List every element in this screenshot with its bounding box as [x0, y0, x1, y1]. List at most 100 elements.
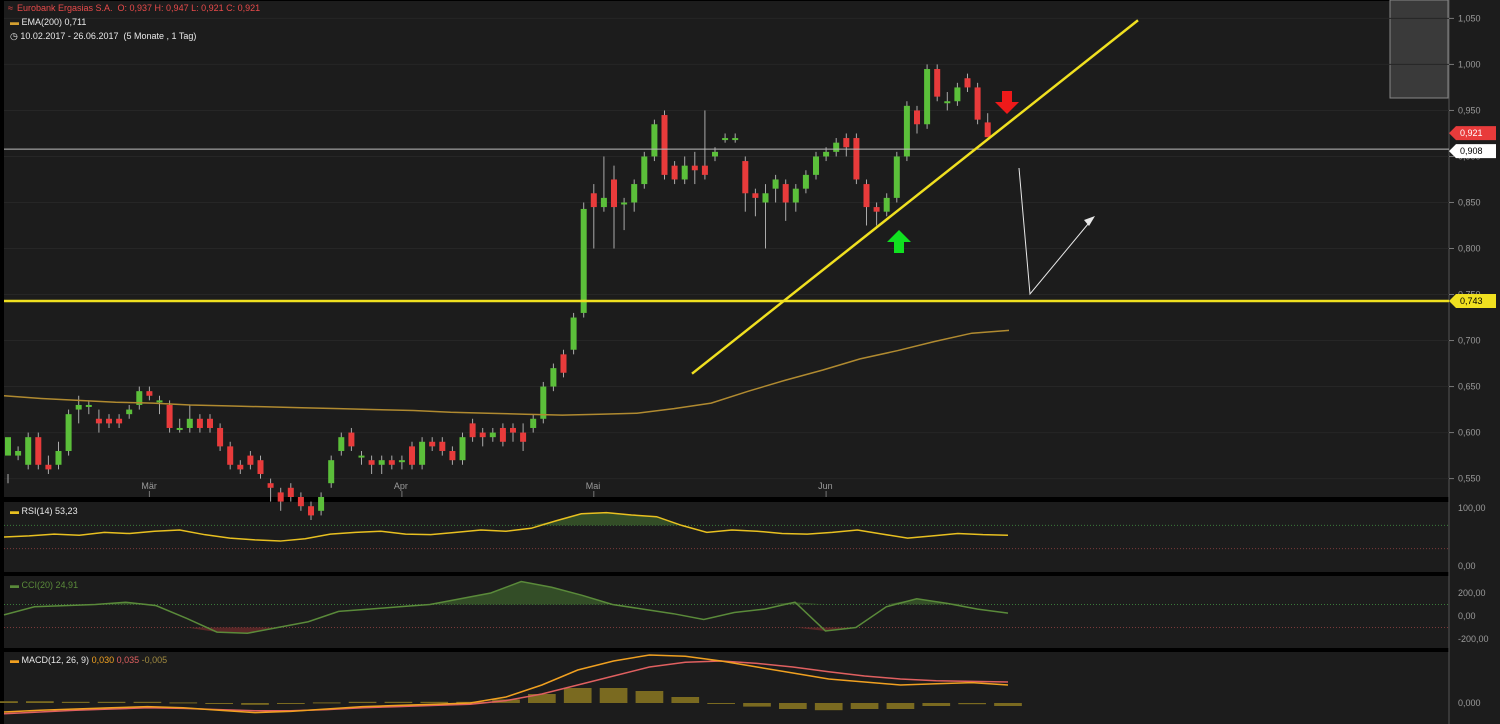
macd-value-2: 0,035: [116, 655, 140, 665]
candle-down: [479, 432, 486, 438]
macd-histogram-bar: [241, 703, 269, 705]
macd-histogram-bar: [205, 703, 233, 704]
candle-down: [106, 418, 112, 424]
cci-swatch-icon: ▬: [10, 580, 19, 590]
candle-up: [358, 455, 365, 458]
rsi-tick-label: 0,00: [1458, 561, 1476, 571]
candle-up: [732, 138, 739, 141]
candle-up: [883, 197, 890, 212]
macd-histogram-bar: [133, 701, 162, 703]
macd-histogram-bar: [169, 702, 198, 704]
cci-panel: [4, 576, 1449, 648]
support-price-tag: 0,743: [1449, 293, 1496, 308]
support-price-tag-text: 0,743: [1460, 296, 1483, 306]
candle-up: [792, 188, 799, 203]
macd-histogram-bar: [312, 702, 341, 704]
candle-down: [661, 115, 668, 175]
candle-up: [419, 441, 426, 465]
candle-up: [651, 124, 658, 157]
macd-swatch-icon: ▬: [10, 655, 19, 665]
macd-panel: [4, 652, 1449, 724]
macd-value-1: 0,030: [91, 655, 115, 665]
candle-down: [308, 506, 314, 516]
y-tick-label: 0,800: [1458, 244, 1481, 254]
candle-up: [328, 460, 335, 484]
rsi-tick-label: 100,00: [1458, 503, 1486, 513]
macd-histogram-bar: [348, 701, 377, 703]
candle-down: [590, 193, 597, 208]
macd-histogram-bar: [97, 701, 126, 703]
overview-box[interactable]: [1389, 0, 1449, 99]
candle-down: [560, 354, 567, 373]
candle-up: [398, 460, 405, 463]
candle-up: [712, 151, 718, 157]
cci-tick-label: -200,00: [1458, 634, 1489, 644]
candle-down: [217, 427, 224, 447]
candle-down: [701, 165, 708, 175]
clock-icon: ◷: [10, 31, 18, 41]
macd-histogram-bar: [994, 703, 1022, 706]
candle-down: [409, 446, 415, 465]
candle-up: [176, 427, 183, 430]
macd-histogram-bar: [671, 697, 700, 703]
macd-label: MACD(12, 26, 9): [21, 655, 90, 665]
candle-up: [459, 437, 466, 461]
last-price-tag-text: 0,921: [1460, 128, 1483, 138]
macd-histogram-bar: [563, 688, 592, 703]
cci-value: 24,91: [55, 580, 79, 590]
candle-up: [641, 156, 648, 185]
candle-down: [348, 432, 355, 447]
y-tick-label: 0,650: [1458, 382, 1481, 392]
rsi-value: 53,23: [55, 506, 78, 516]
cci-tick-label: 200,00: [1458, 588, 1486, 598]
candle-up: [530, 418, 537, 428]
macd-histogram-bar: [958, 703, 986, 705]
macd-legend: ▬ MACD(12, 26, 9) 0,030 0,035 -0,005: [10, 655, 167, 665]
candle-down: [166, 404, 173, 428]
candle-down: [469, 423, 476, 438]
candle-down: [671, 165, 678, 180]
candle-down: [449, 450, 456, 461]
candle-down: [247, 455, 254, 465]
candle-down: [964, 78, 971, 88]
y-tick-label: 0,950: [1458, 105, 1481, 115]
candle-up: [338, 437, 345, 451]
candle-up: [631, 184, 638, 203]
candle-up: [924, 69, 931, 125]
candle-down: [277, 492, 284, 502]
month-label: Jun: [818, 481, 833, 491]
candle-down: [873, 207, 880, 212]
period-note: (5 Monate , 1 Tag): [123, 31, 197, 41]
candle-down: [499, 427, 506, 442]
candle-up: [580, 208, 587, 313]
candle-up: [5, 437, 11, 456]
candle-down: [267, 483, 274, 488]
candle-down: [287, 487, 294, 497]
chart-canvas: 1,0501,0000,9500,9000,8500,8000,7500,700…: [0, 0, 1500, 724]
y-tick-label: 0,550: [1458, 474, 1481, 484]
candle-up: [126, 409, 133, 415]
ema-label: EMA(200): [21, 17, 63, 27]
macd-histogram-bar: [277, 703, 305, 704]
macd-histogram-bar: [850, 703, 879, 709]
candle-down: [934, 69, 941, 97]
candle-down: [227, 446, 234, 465]
ema-swatch-icon: ▬: [10, 17, 19, 27]
candle-up: [621, 202, 628, 205]
candle-up: [65, 414, 72, 451]
candle-up: [156, 400, 163, 403]
candle-up: [954, 87, 961, 102]
candle-up: [318, 497, 325, 511]
instrument-name: Eurobank Ergasias S.A.: [16, 3, 113, 13]
candle-up: [762, 193, 769, 203]
candle-up: [489, 432, 496, 438]
candle-up: [25, 437, 32, 465]
candle-down: [611, 179, 617, 208]
candle-down: [439, 441, 446, 451]
candle-up: [55, 450, 62, 465]
macd-histogram-bar: [420, 701, 449, 703]
candle-down: [843, 138, 850, 148]
candle-down: [388, 460, 395, 465]
macd-tick-label: 0,000: [1458, 698, 1481, 708]
ohlc-values: O: 0,937 H: 0,947 L: 0,921 C: 0,921: [117, 3, 261, 13]
